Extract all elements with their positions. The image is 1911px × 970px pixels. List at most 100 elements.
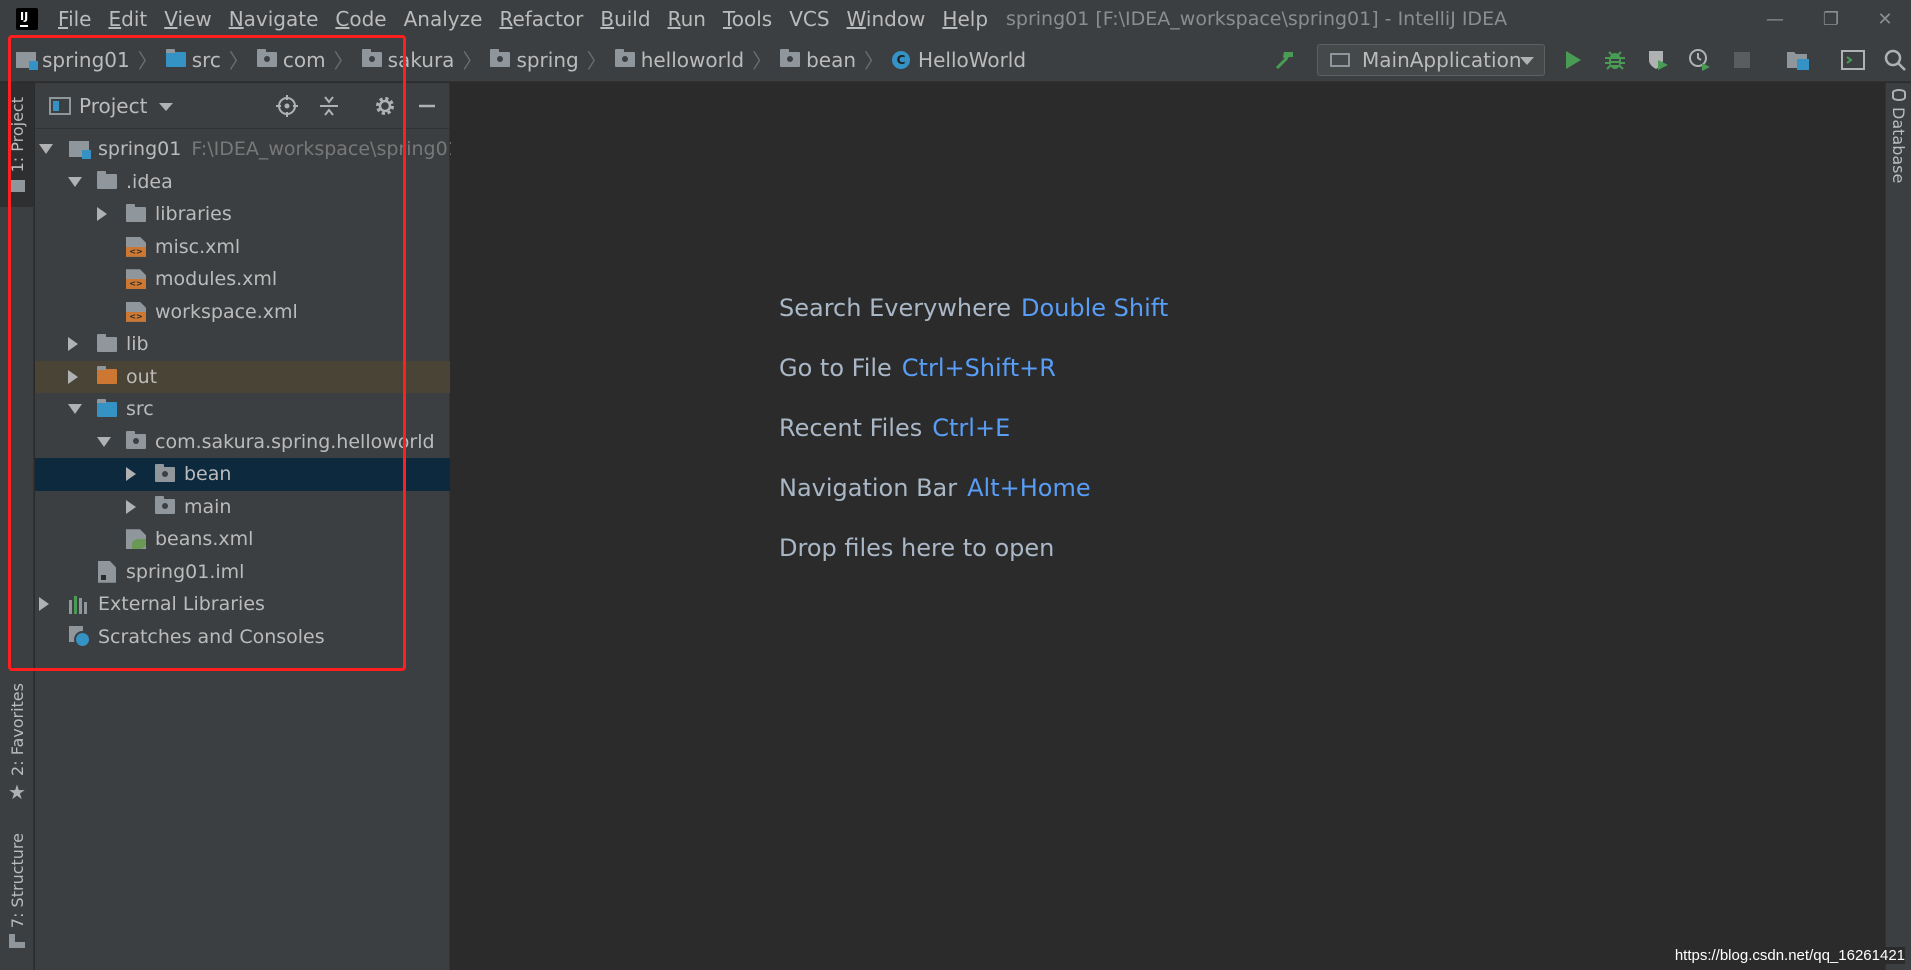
tab-structure[interactable]: 7: Structure — [0, 833, 34, 949]
tree-item-libraries[interactable]: libraries — [35, 198, 450, 231]
module-icon — [16, 51, 38, 70]
breadcrumb-sakura[interactable]: sakura — [361, 38, 454, 82]
menu-help[interactable]: Help — [942, 0, 988, 38]
tree-item-spring01-iml[interactable]: spring01.iml — [35, 556, 450, 589]
breadcrumb-bean[interactable]: bean — [780, 38, 856, 82]
gear-icon[interactable] — [372, 93, 398, 119]
tree-item-bean[interactable]: bean — [35, 458, 450, 491]
run-with-coverage-icon[interactable] — [1645, 47, 1671, 73]
menu-build[interactable]: Build — [600, 0, 650, 38]
tree-item-scratches[interactable]: Scratches and Consoles — [35, 621, 450, 654]
menu-run[interactable]: Run — [668, 0, 706, 38]
collapsed-arrow-icon[interactable] — [39, 597, 49, 612]
iml-file-icon — [98, 560, 116, 583]
tree-item-workspace-xml[interactable]: workspace.xml — [35, 296, 450, 329]
collapsed-arrow-icon[interactable] — [126, 499, 136, 514]
menu-code[interactable]: Code — [335, 0, 386, 38]
folder-icon — [126, 203, 146, 222]
source-folder-icon — [165, 49, 186, 67]
run-configuration-dropdown[interactable]: MainApplication — [1317, 44, 1545, 76]
left-tool-window-strip: 1: Project 2: Favorites ★ 7: Structure — [0, 83, 34, 970]
tree-item-idea[interactable]: .idea — [35, 166, 450, 199]
expanded-arrow-icon[interactable] — [68, 176, 82, 187]
build-hammer-icon[interactable] — [1272, 47, 1298, 73]
class-icon: C — [892, 50, 911, 69]
editor-empty-area[interactable]: Search Everywhere Double Shift Go to File… — [451, 83, 1885, 970]
collapse-all-icon[interactable] — [316, 93, 342, 119]
tree-item-beans-xml[interactable]: beans.xml — [35, 523, 450, 556]
excluded-folder-icon — [97, 366, 117, 385]
close-window-button[interactable]: ✕ — [1857, 0, 1911, 38]
project-view-selector[interactable]: Project — [79, 94, 147, 118]
breadcrumb-spring01[interactable]: spring01 — [16, 38, 130, 82]
tree-item-main[interactable]: main — [35, 491, 450, 524]
tree-item-package-helloworld[interactable]: com.sakura.spring.helloworld — [35, 426, 450, 459]
module-icon — [69, 141, 91, 160]
hint-go-to-file: Go to File Ctrl+Shift+R — [779, 354, 1056, 382]
profiler-icon[interactable] — [1687, 47, 1713, 73]
hint-recent-files: Recent Files Ctrl+E — [779, 414, 1011, 442]
project-tool-window: Project spring01 F:\IDEA_workspace\spring… — [35, 83, 460, 970]
package-icon — [490, 49, 511, 67]
menu-window[interactable]: Window — [847, 0, 926, 38]
intellij-logo-icon: IJ — [13, 5, 41, 33]
debug-icon[interactable] — [1602, 47, 1628, 73]
breadcrumb-separator: 〉 — [864, 49, 885, 73]
external-libraries-icon — [69, 594, 91, 615]
package-icon — [361, 49, 382, 67]
window-title: spring01 [F:\IDEA_workspace\spring01] - … — [1006, 8, 1508, 30]
tree-item-external-libraries[interactable]: External Libraries — [35, 588, 450, 621]
expanded-arrow-icon[interactable] — [68, 404, 82, 415]
package-icon — [614, 49, 635, 67]
menu-vcs[interactable]: VCS — [789, 0, 829, 38]
hide-panel-icon[interactable] — [414, 93, 440, 119]
tab-favorites[interactable]: 2: Favorites ★ — [0, 683, 34, 804]
collapsed-arrow-icon[interactable] — [126, 467, 136, 482]
menu-bar: IJ File Edit View Navigate Code Analyze … — [0, 0, 1911, 38]
tree-item-src[interactable]: src — [35, 393, 450, 426]
expanded-arrow-icon[interactable] — [39, 144, 53, 155]
menu-view[interactable]: View — [164, 0, 211, 38]
breadcrumb-spring[interactable]: spring — [490, 38, 579, 82]
breadcrumb-separator: 〉 — [333, 49, 354, 73]
project-folder-icon — [9, 180, 25, 193]
stop-icon[interactable] — [1729, 47, 1755, 73]
expanded-arrow-icon[interactable] — [97, 436, 111, 447]
breadcrumb-separator: 〉 — [752, 49, 773, 73]
structure-icon — [9, 934, 25, 949]
chevron-down-icon[interactable] — [159, 102, 174, 111]
terminal-window-icon[interactable] — [1840, 47, 1866, 73]
chevron-down-icon — [1520, 57, 1534, 65]
breadcrumb-helloworld-class[interactable]: C HelloWorld — [892, 38, 1026, 82]
collapsed-arrow-icon[interactable] — [68, 337, 78, 352]
menu-refactor[interactable]: Refactor — [499, 0, 583, 38]
tree-item-out[interactable]: out — [35, 360, 450, 393]
menu-analyze[interactable]: Analyze — [404, 0, 483, 38]
locate-file-icon[interactable] — [274, 93, 300, 119]
project-structure-icon[interactable] — [1785, 47, 1811, 73]
tree-item-misc-xml[interactable]: misc.xml — [35, 231, 450, 264]
hint-search-everywhere: Search Everywhere Double Shift — [779, 294, 1169, 322]
project-panel-header: Project — [35, 83, 449, 129]
restore-button[interactable]: ❐ — [1803, 0, 1859, 38]
tree-item-modules-xml[interactable]: modules.xml — [35, 263, 450, 296]
breadcrumb-separator: 〉 — [137, 49, 158, 73]
menu-file[interactable]: File — [58, 0, 91, 38]
minimize-button[interactable]: — — [1747, 0, 1803, 38]
search-icon[interactable] — [1882, 47, 1908, 73]
menu-tools[interactable]: Tools — [723, 0, 772, 38]
breadcrumb-src[interactable]: src — [165, 38, 221, 82]
tree-item-lib[interactable]: lib — [35, 328, 450, 361]
menu-edit[interactable]: Edit — [108, 0, 147, 38]
project-view-icon — [49, 96, 71, 115]
tab-project[interactable]: 1: Project — [0, 83, 34, 207]
tree-item-spring01[interactable]: spring01 F:\IDEA_workspace\spring01 — [35, 133, 460, 166]
scratches-icon — [69, 625, 91, 648]
breadcrumb-com[interactable]: com — [256, 38, 326, 82]
breadcrumb-helloworld[interactable]: helloworld — [614, 38, 744, 82]
collapsed-arrow-icon[interactable] — [68, 369, 78, 384]
collapsed-arrow-icon[interactable] — [97, 207, 107, 222]
menu-navigate[interactable]: Navigate — [229, 0, 319, 38]
run-icon[interactable] — [1560, 47, 1586, 73]
tab-database[interactable]: Database — [1886, 83, 1911, 193]
